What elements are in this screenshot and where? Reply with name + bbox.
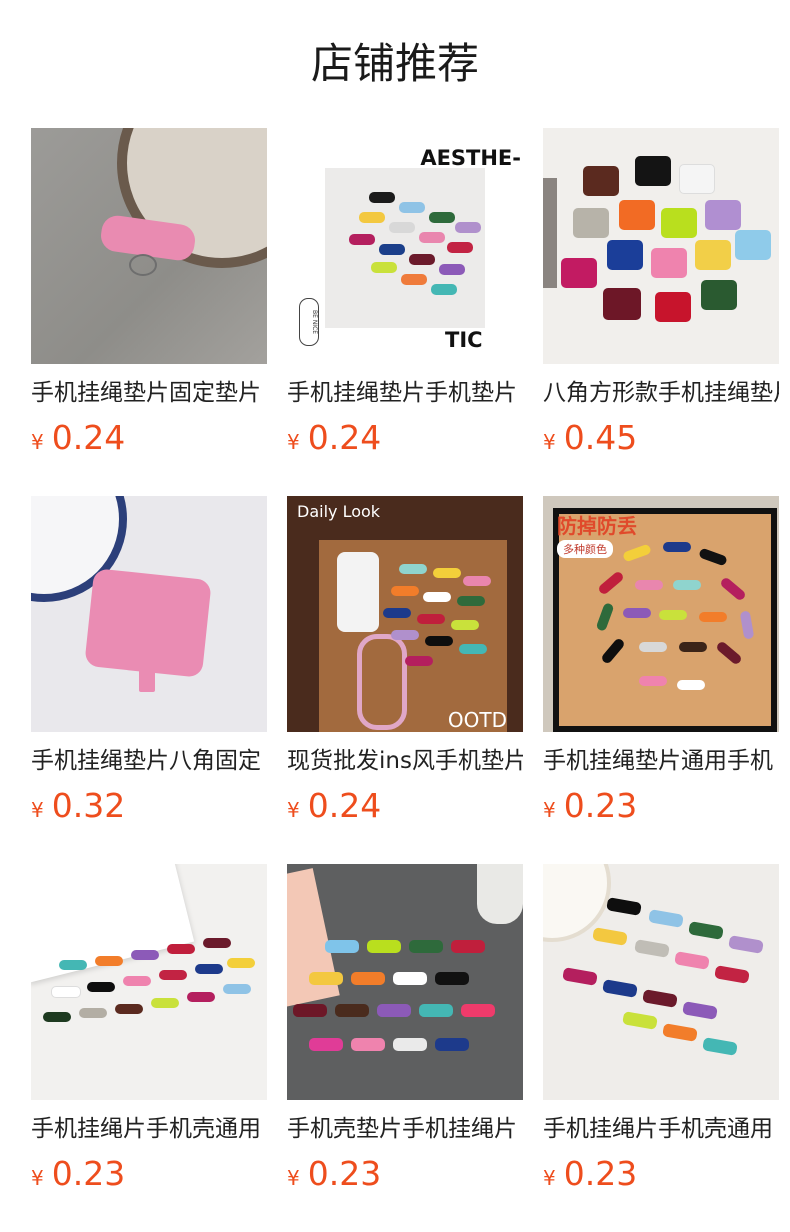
product-price: 0.23 bbox=[563, 786, 638, 825]
image-caption-bottom: OOTD bbox=[447, 708, 507, 732]
product-price: 0.23 bbox=[307, 1154, 382, 1193]
product-image[interactable] bbox=[31, 496, 267, 732]
product-image[interactable] bbox=[31, 864, 267, 1100]
currency-symbol: ¥ bbox=[31, 798, 44, 822]
product-card[interactable]: 手机挂绳片手机壳通用 ¥ 0.23 bbox=[543, 864, 779, 1200]
product-image[interactable] bbox=[31, 128, 267, 364]
product-card[interactable]: AESTHE- TIC BE NICE 手机挂绳垫片手机垫片 ¥ 0.24 bbox=[287, 128, 523, 464]
product-name[interactable]: 现货批发ins风手机垫片 bbox=[287, 744, 523, 778]
product-price: 0.24 bbox=[307, 786, 382, 825]
currency-symbol: ¥ bbox=[31, 430, 44, 454]
product-card[interactable]: 手机挂绳垫片固定垫片 ¥ 0.24 bbox=[31, 128, 267, 464]
image-caption-top: Daily Look bbox=[297, 502, 381, 521]
currency-symbol: ¥ bbox=[31, 1166, 44, 1190]
product-card[interactable]: 手机壳垫片手机挂绳片 ¥ 0.23 bbox=[287, 864, 523, 1200]
product-card[interactable]: 防掉防丢 多种颜色 手机挂绳垫片通用手机 ¥ 0.23 bbox=[543, 496, 779, 832]
product-name[interactable]: 手机挂绳垫片八角固定 bbox=[31, 744, 267, 778]
price-row: ¥ 0.45 bbox=[543, 418, 637, 460]
product-image[interactable]: AESTHE- TIC BE NICE bbox=[287, 128, 523, 364]
currency-symbol: ¥ bbox=[543, 1166, 556, 1190]
product-card[interactable]: Daily Look OOTD 现货批发ins风手机垫片 ¥ 0.24 bbox=[287, 496, 523, 832]
price-row: ¥ 0.23 bbox=[287, 1154, 381, 1196]
product-image[interactable] bbox=[287, 864, 523, 1100]
product-image[interactable]: Daily Look OOTD bbox=[287, 496, 523, 732]
currency-symbol: ¥ bbox=[543, 798, 556, 822]
product-card[interactable]: 手机挂绳垫片八角固定 ¥ 0.32 bbox=[31, 496, 267, 832]
product-name[interactable]: 八角方形款手机挂绳垫片 bbox=[543, 376, 779, 410]
product-card[interactable]: 八角方形款手机挂绳垫片 ¥ 0.45 bbox=[543, 128, 779, 464]
brand-seal: BE NICE bbox=[299, 298, 319, 346]
product-name[interactable]: 手机挂绳垫片固定垫片 bbox=[31, 376, 267, 410]
product-price: 0.24 bbox=[307, 418, 382, 457]
page-title: 店铺推荐 bbox=[310, 39, 479, 88]
price-row: ¥ 0.24 bbox=[31, 418, 125, 460]
product-name[interactable]: 手机挂绳片手机壳通用 bbox=[543, 1112, 779, 1146]
product-grid: 手机挂绳垫片固定垫片 ¥ 0.24 AESTHE- TIC BE NICE 手机… bbox=[31, 128, 779, 1200]
product-name[interactable]: 手机壳垫片手机挂绳片 bbox=[287, 1112, 523, 1146]
currency-symbol: ¥ bbox=[543, 430, 556, 454]
product-name[interactable]: 手机挂绳垫片通用手机 bbox=[543, 744, 779, 778]
product-price: 0.23 bbox=[563, 1154, 638, 1193]
price-row: ¥ 0.23 bbox=[543, 786, 637, 828]
product-image[interactable] bbox=[543, 864, 779, 1100]
price-row: ¥ 0.23 bbox=[31, 1154, 125, 1196]
currency-symbol: ¥ bbox=[287, 798, 300, 822]
price-row: ¥ 0.23 bbox=[543, 1154, 637, 1196]
image-headline: 防掉防丢 bbox=[557, 514, 637, 538]
image-caption-bottom: TIC bbox=[445, 328, 483, 352]
product-image[interactable] bbox=[543, 128, 779, 364]
product-image[interactable]: 防掉防丢 多种颜色 bbox=[543, 496, 779, 732]
currency-symbol: ¥ bbox=[287, 430, 300, 454]
product-name[interactable]: 手机挂绳片手机壳通用 bbox=[31, 1112, 267, 1146]
product-price: 0.32 bbox=[51, 786, 126, 825]
image-subline: 多种颜色 bbox=[557, 540, 613, 558]
price-row: ¥ 0.24 bbox=[287, 786, 381, 828]
product-price: 0.23 bbox=[51, 1154, 126, 1193]
product-price: 0.45 bbox=[563, 418, 638, 457]
product-name[interactable]: 手机挂绳垫片手机垫片 bbox=[287, 376, 523, 410]
product-card[interactable]: 手机挂绳片手机壳通用 ¥ 0.23 bbox=[31, 864, 267, 1200]
product-price: 0.24 bbox=[51, 418, 126, 457]
image-caption-top: AESTHE- bbox=[420, 146, 521, 170]
currency-symbol: ¥ bbox=[287, 1166, 300, 1190]
price-row: ¥ 0.24 bbox=[287, 418, 381, 460]
price-row: ¥ 0.32 bbox=[31, 786, 125, 828]
